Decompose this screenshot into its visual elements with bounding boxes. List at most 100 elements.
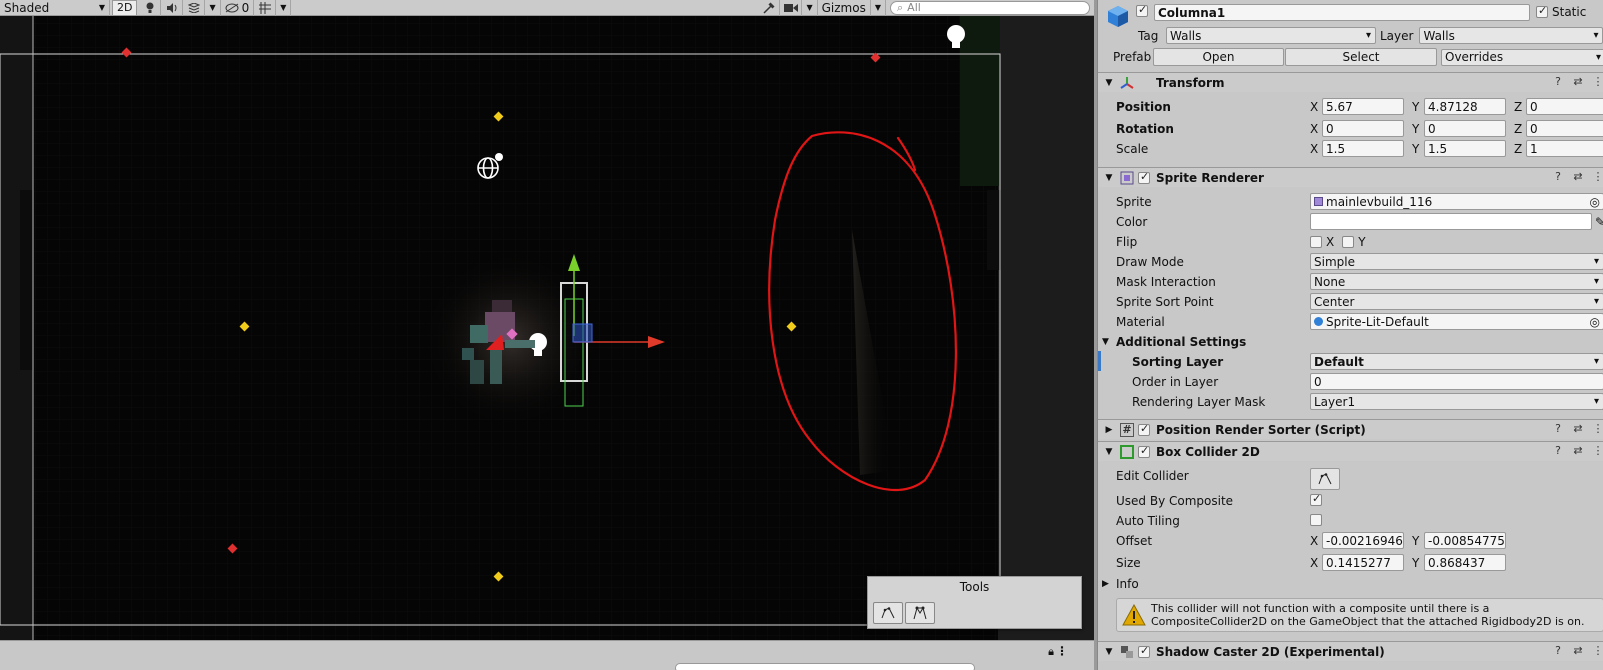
audio-toggle-icon[interactable] — [161, 0, 184, 16]
order-in-layer-field[interactable]: 0 — [1310, 373, 1603, 390]
more-options-icon[interactable]: ⋮ — [1592, 444, 1603, 457]
hidden-objects-toggle[interactable]: 0 — [221, 0, 255, 16]
sprite-renderer-enabled-checkbox[interactable] — [1138, 170, 1150, 184]
size-y-field[interactable]: 0.868437 — [1424, 554, 1506, 571]
position-render-sorter-title: Position Render Sorter (Script) — [1156, 422, 1366, 437]
presets-icon[interactable]: ⇄ — [1572, 644, 1584, 657]
offset-y-field[interactable]: -0.00854775 — [1424, 532, 1506, 549]
bottom-search-field[interactable] — [675, 663, 975, 670]
flip-x-checkbox[interactable] — [1310, 236, 1322, 248]
sorting-layer-dropdown[interactable]: Default — [1310, 353, 1603, 370]
toggle-2d-button[interactable]: 2D — [112, 0, 138, 16]
effects-dropdown-icon[interactable]: ▼ — [205, 0, 221, 16]
scene-viewport[interactable] — [0, 16, 1094, 640]
object-picker-icon[interactable]: ◎ — [1590, 195, 1600, 209]
static-checkbox[interactable] — [1536, 4, 1548, 18]
object-name-field[interactable]: Columna1 — [1154, 4, 1530, 21]
position-render-sorter-header[interactable]: ▶ # Position Render Sorter (Script) ? ⇄ ⋮ — [1098, 419, 1603, 439]
tag-dropdown[interactable]: Walls — [1166, 27, 1376, 44]
position-y-field[interactable]: 4.87128 — [1424, 98, 1506, 115]
fold-open-icon[interactable]: ▼ — [1102, 78, 1116, 88]
flip-y-checkbox[interactable] — [1342, 236, 1355, 248]
help-icon[interactable]: ? — [1552, 75, 1564, 88]
object-picker-icon[interactable]: ◎ — [1590, 315, 1600, 329]
tools-overlay[interactable]: Tools — [867, 576, 1082, 629]
effects-toggle-icon[interactable] — [183, 0, 206, 16]
presets-icon[interactable]: ⇄ — [1572, 444, 1584, 457]
shading-mode-dropdown[interactable]: Shaded ▼ — [0, 0, 110, 16]
gameobject-active-checkbox[interactable] — [1136, 3, 1148, 17]
auto-tiling-checkbox[interactable] — [1310, 514, 1322, 526]
scene-view[interactable]: Shaded ▼ 2D ▼ 0 ▼ ▼ Gizmos ▼ ⌕ All Tools… — [0, 0, 1094, 670]
shadow-caster-enabled-checkbox[interactable] — [1138, 644, 1150, 658]
help-icon[interactable]: ? — [1552, 422, 1564, 435]
fold-closed-icon[interactable]: ▶ — [1102, 579, 1116, 589]
more-options-icon[interactable]: ⋮ — [1592, 75, 1603, 88]
fold-open-icon[interactable]: ▼ — [1102, 337, 1116, 347]
grid-snap-icon[interactable] — [254, 0, 277, 16]
color-swatch[interactable] — [1310, 213, 1592, 230]
box-collider-2d-header[interactable]: ▼ Box Collider 2D ? ⇄ ⋮ — [1098, 441, 1603, 461]
transform-header[interactable]: ▼ Transform ? ⇄ ⋮ — [1098, 72, 1603, 92]
help-icon[interactable]: ? — [1552, 444, 1564, 457]
scale-z-field[interactable]: 1 — [1526, 140, 1603, 157]
lock-icon[interactable]: 🔒︎ — [1048, 645, 1054, 659]
help-icon[interactable]: ? — [1552, 170, 1564, 183]
scene-canvas[interactable] — [0, 16, 1094, 640]
grid-dropdown-icon[interactable]: ▼ — [276, 0, 292, 16]
prefab-overrides-dropdown[interactable]: Overrides — [1441, 48, 1603, 66]
info-foldout[interactable]: ▶ Info — [1102, 577, 1139, 591]
camera-icon[interactable] — [780, 0, 803, 16]
presets-icon[interactable]: ⇄ — [1572, 422, 1584, 435]
rotation-z-field[interactable]: 0 — [1526, 120, 1603, 137]
sprite-renderer-header[interactable]: ▼ Sprite Renderer ? ⇄ ⋮ — [1098, 167, 1603, 187]
box-collider-enabled-checkbox[interactable] — [1138, 444, 1150, 458]
prefab-open-button[interactable]: Open — [1153, 48, 1284, 66]
sprite-sort-point-dropdown[interactable]: Center — [1310, 293, 1603, 310]
presets-icon[interactable]: ⇄ — [1572, 170, 1584, 183]
draw-mode-dropdown[interactable]: Simple — [1310, 253, 1603, 270]
position-render-sorter-enabled-checkbox[interactable] — [1138, 422, 1150, 436]
additional-settings-foldout[interactable]: ▼ Additional Settings — [1102, 335, 1246, 349]
material-object-field[interactable]: Sprite-Lit-Default ◎ — [1310, 313, 1603, 330]
more-options-icon[interactable]: ⋮ — [1592, 644, 1603, 657]
fold-open-icon[interactable]: ▼ — [1102, 173, 1116, 183]
position-z-field[interactable]: 0 — [1526, 98, 1603, 115]
shadow-caster-icon — [1120, 645, 1134, 659]
sprite-object-field[interactable]: mainlevbuild_116 ◎ — [1310, 193, 1603, 210]
eyedropper-icon[interactable]: ✎ — [1595, 215, 1603, 229]
edit-bone-tool-button[interactable] — [905, 602, 935, 624]
axis-x-label: X — [1310, 141, 1319, 156]
rotation-x-field[interactable]: 0 — [1322, 120, 1404, 137]
gizmos-chevron-down-icon[interactable]: ▼ — [871, 0, 886, 16]
more-options-icon[interactable]: ⋮ — [1592, 170, 1603, 183]
layer-dropdown[interactable]: Walls — [1419, 27, 1603, 44]
gizmos-dropdown[interactable]: Gizmos — [818, 0, 871, 16]
fold-open-icon[interactable]: ▼ — [1102, 447, 1116, 457]
scene-search-input[interactable]: ⌕ All — [890, 0, 1090, 15]
fold-closed-icon[interactable]: ▶ — [1102, 425, 1116, 435]
mask-interaction-dropdown[interactable]: None — [1310, 273, 1603, 290]
auto-tiling-label: Auto Tiling — [1116, 514, 1180, 528]
edit-collider-tool-button[interactable] — [873, 602, 903, 624]
presets-icon[interactable]: ⇄ — [1572, 75, 1584, 88]
rendering-layer-mask-dropdown[interactable]: Layer1 — [1310, 393, 1603, 410]
rotation-y-field[interactable]: 0 — [1424, 120, 1506, 137]
used-by-composite-checkbox[interactable] — [1310, 492, 1322, 506]
color-label: Color — [1116, 215, 1148, 229]
tools-toggle-icon[interactable] — [758, 0, 781, 16]
fold-open-icon[interactable]: ▼ — [1102, 647, 1116, 657]
scale-y-field[interactable]: 1.5 — [1424, 140, 1506, 157]
more-options-icon[interactable]: ⋮ — [1592, 422, 1603, 435]
lighting-toggle-icon[interactable] — [139, 0, 162, 16]
position-x-field[interactable]: 5.67 — [1322, 98, 1404, 115]
offset-x-field[interactable]: -0.00216946 — [1322, 532, 1404, 549]
camera-dropdown-icon[interactable]: ▼ — [802, 0, 818, 16]
scale-x-field[interactable]: 1.5 — [1322, 140, 1404, 157]
prefab-select-button[interactable]: Select — [1285, 48, 1437, 66]
size-x-field[interactable]: 0.1415277 — [1322, 554, 1404, 571]
shadow-caster-2d-header[interactable]: ▼ Shadow Caster 2D (Experimental) ? ⇄ ⋮ — [1098, 641, 1603, 661]
edit-collider-button[interactable] — [1310, 468, 1340, 490]
help-icon[interactable]: ? — [1552, 644, 1564, 657]
more-options-icon[interactable]: ⋮ — [1056, 644, 1068, 658]
